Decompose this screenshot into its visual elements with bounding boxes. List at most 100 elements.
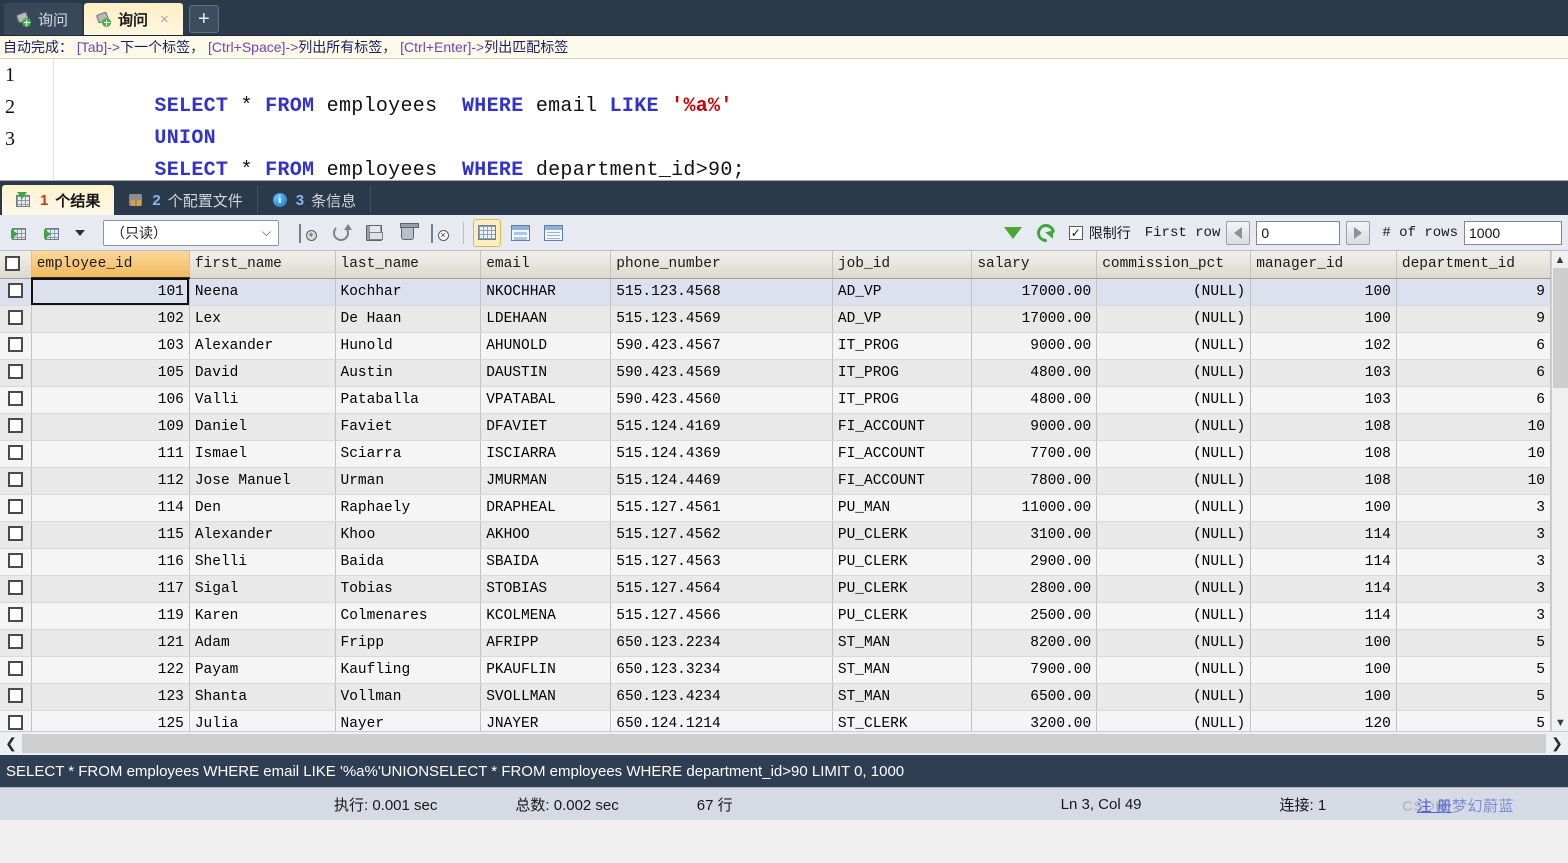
limit-rows-checkbox[interactable]: ✓: [1068, 225, 1083, 240]
table-cell-employee-id[interactable]: 102: [31, 305, 190, 333]
table-cell-phone-number[interactable]: 515.127.4566: [610, 602, 833, 630]
num-rows-input[interactable]: [1464, 220, 1562, 245]
row-select-cell[interactable]: [0, 467, 32, 495]
table-cell-last-name[interactable]: Pataballa: [335, 386, 482, 414]
table-cell-manager-id[interactable]: 100: [1250, 305, 1397, 333]
table-cell-department-id[interactable]: 5: [1396, 683, 1552, 711]
scroll-down-icon[interactable]: ▼: [1552, 714, 1568, 731]
table-cell-employee-id[interactable]: 119: [31, 602, 190, 630]
table-cell-phone-number[interactable]: 650.123.4234: [610, 683, 833, 711]
table-cell-department-id[interactable]: 6: [1396, 386, 1552, 414]
table-cell-phone-number[interactable]: 515.124.4369: [610, 440, 833, 468]
result-grid[interactable]: employee_id first_name last_name email p…: [0, 251, 1568, 731]
close-icon[interactable]: ×: [160, 11, 169, 28]
table-cell-job-id[interactable]: IT_PROG: [832, 359, 973, 387]
grid-vertical-scrollbar[interactable]: ▲ ▼: [1551, 251, 1568, 731]
table-cell-first-name[interactable]: Jose Manuel: [189, 467, 336, 495]
horizontal-scroll-thumb[interactable]: [22, 734, 1490, 753]
table-cell-last-name[interactable]: Tobias: [335, 575, 482, 603]
table-row[interactable]: 114 Den Raphaely DRAPHEAL 515.127.4561 PU_MAN…: [0, 494, 1552, 522]
table-cell-employee-id[interactable]: 103: [31, 332, 190, 360]
discard-changes-button[interactable]: ×: [426, 219, 454, 247]
table-cell-employee-id[interactable]: 122: [31, 656, 190, 684]
table-cell-first-name[interactable]: Alexander: [189, 521, 336, 549]
table-cell-commission-pct[interactable]: (NULL): [1096, 440, 1252, 468]
table-cell-salary[interactable]: 7800.00: [971, 467, 1098, 495]
table-cell-employee-id[interactable]: 109: [31, 413, 190, 441]
delete-row-button[interactable]: [393, 219, 421, 247]
table-cell-email[interactable]: LDEHAAN: [480, 305, 612, 333]
table-cell-last-name[interactable]: Raphaely: [335, 494, 482, 522]
table-cell-salary[interactable]: 7700.00: [971, 440, 1098, 468]
sql-code-area[interactable]: SELECT * FROM employees WHERE email LIKE…: [56, 59, 1568, 182]
table-cell-department-id[interactable]: 5: [1396, 656, 1552, 684]
row-checkbox[interactable]: [7, 634, 23, 650]
first-row-prev-button[interactable]: [1226, 220, 1251, 245]
table-cell-manager-id[interactable]: 108: [1250, 413, 1397, 441]
table-cell-first-name[interactable]: Neena: [189, 278, 336, 306]
table-cell-email[interactable]: DFAVIET: [480, 413, 612, 441]
table-cell-manager-id[interactable]: 103: [1250, 359, 1397, 387]
table-cell-salary[interactable]: 9000.00: [971, 413, 1098, 441]
column-header-first-name[interactable]: first_name: [189, 251, 336, 279]
row-checkbox[interactable]: [7, 580, 23, 596]
table-cell-phone-number[interactable]: 590.423.4567: [610, 332, 833, 360]
new-tab-button[interactable]: +: [188, 5, 219, 33]
table-cell-first-name[interactable]: Shelli: [189, 548, 336, 576]
scroll-right-icon[interactable]: ❯: [1546, 733, 1568, 755]
table-cell-first-name[interactable]: Sigal: [189, 575, 336, 603]
table-cell-first-name[interactable]: David: [189, 359, 336, 387]
table-cell-last-name[interactable]: Colmenares: [335, 602, 482, 630]
table-cell-salary[interactable]: 6500.00: [971, 683, 1098, 711]
row-select-cell[interactable]: [0, 440, 32, 468]
table-cell-first-name[interactable]: Adam: [189, 629, 336, 657]
table-cell-department-id[interactable]: 5: [1396, 710, 1552, 731]
select-all-checkbox[interactable]: [5, 256, 20, 272]
table-cell-employee-id[interactable]: 112: [31, 467, 190, 495]
apply-changes-button[interactable]: [360, 219, 388, 247]
table-cell-salary[interactable]: 11000.00: [971, 494, 1098, 522]
table-cell-salary[interactable]: 2500.00: [971, 602, 1098, 630]
table-cell-job-id[interactable]: PU_CLERK: [832, 575, 973, 603]
table-row[interactable]: 101 Neena Kochhar NKOCHHAR 515.123.4568 AD_VP…: [0, 278, 1552, 306]
table-cell-department-id[interactable]: 10: [1396, 440, 1552, 468]
table-cell-department-id[interactable]: 5: [1396, 629, 1552, 657]
table-row[interactable]: 119 Karen Colmenares KCOLMENA 515.127.4566 PU…: [0, 602, 1552, 630]
table-cell-job-id[interactable]: PU_CLERK: [832, 602, 973, 630]
table-cell-employee-id[interactable]: 123: [31, 683, 190, 711]
horizontal-scroll-track[interactable]: [22, 734, 1546, 753]
row-select-cell[interactable]: [0, 521, 32, 549]
table-cell-commission-pct[interactable]: (NULL): [1096, 278, 1252, 306]
column-header-manager-id[interactable]: manager_id: [1250, 251, 1397, 279]
row-checkbox[interactable]: [7, 283, 23, 299]
table-cell-phone-number[interactable]: 515.127.4561: [610, 494, 833, 522]
table-cell-department-id[interactable]: 10: [1396, 413, 1552, 441]
table-row[interactable]: 109 Daniel Faviet DFAVIET 515.124.4169 FI_ACC…: [0, 413, 1552, 441]
table-cell-salary[interactable]: 8200.00: [971, 629, 1098, 657]
field-view-button[interactable]: [539, 219, 567, 247]
table-cell-department-id[interactable]: 3: [1396, 575, 1552, 603]
column-header-employee-id[interactable]: employee_id: [31, 251, 190, 279]
export-dropdown-button[interactable]: [72, 219, 88, 247]
column-header-department-id[interactable]: department_id: [1396, 251, 1552, 279]
select-all-header[interactable]: [0, 251, 32, 279]
table-cell-manager-id[interactable]: 100: [1250, 683, 1397, 711]
table-cell-salary[interactable]: 17000.00: [971, 305, 1098, 333]
table-row[interactable]: 106 Valli Pataballa VPATABAL 590.423.4560 IT_…: [0, 386, 1552, 414]
table-cell-manager-id[interactable]: 120: [1250, 710, 1397, 731]
table-cell-email[interactable]: SBAIDA: [480, 548, 612, 576]
table-cell-job-id[interactable]: IT_PROG: [832, 386, 973, 414]
row-select-cell[interactable]: [0, 602, 32, 630]
table-cell-job-id[interactable]: FI_ACCOUNT: [832, 467, 973, 495]
table-cell-last-name[interactable]: Sciarra: [335, 440, 482, 468]
table-cell-commission-pct[interactable]: (NULL): [1096, 467, 1252, 495]
table-cell-commission-pct[interactable]: (NULL): [1096, 575, 1252, 603]
refresh-button[interactable]: [1032, 219, 1060, 247]
table-cell-email[interactable]: PKAUFLIN: [480, 656, 612, 684]
row-select-cell[interactable]: [0, 278, 32, 306]
row-checkbox[interactable]: [7, 418, 23, 434]
sql-editor[interactable]: 1 2 3 SELECT * FROM employees WHERE emai…: [0, 59, 1568, 182]
table-cell-employee-id[interactable]: 115: [31, 521, 190, 549]
grid-horizontal-scrollbar[interactable]: ❮ ❯: [0, 731, 1568, 755]
table-cell-first-name[interactable]: Shanta: [189, 683, 336, 711]
